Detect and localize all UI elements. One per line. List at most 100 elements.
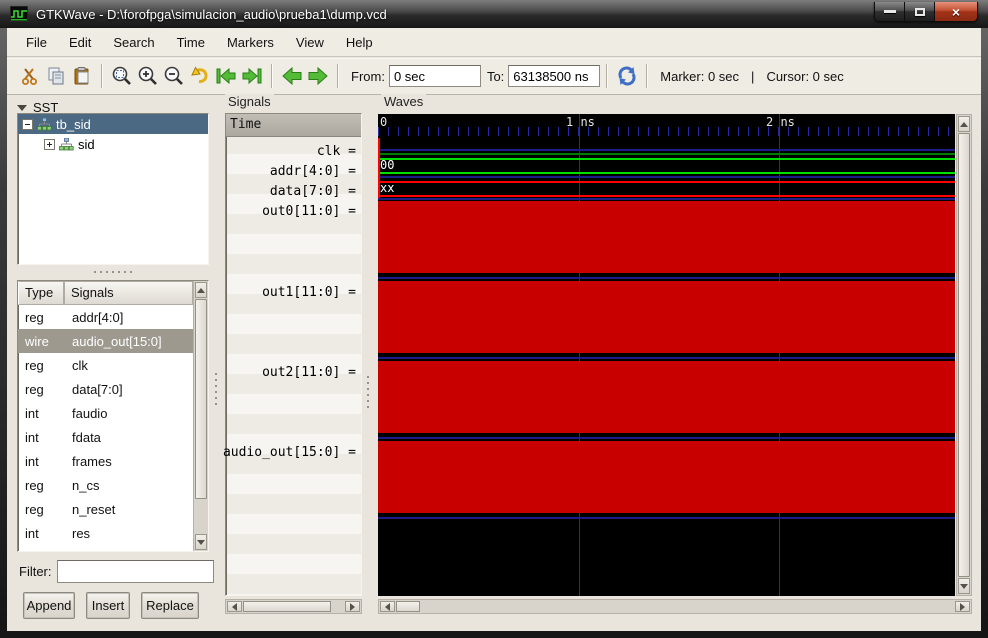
gridline-2ns <box>779 114 780 596</box>
scroll-right-button[interactable] <box>345 601 360 612</box>
back-button[interactable] <box>279 63 305 89</box>
arrow-right-icon <box>350 602 355 611</box>
gridline-1ns <box>579 114 580 596</box>
scrollbar-thumb[interactable] <box>396 601 420 612</box>
menu-file[interactable]: File <box>15 28 58 57</box>
zoom-in-button[interactable] <box>135 63 161 89</box>
minimize-icon <box>883 10 896 13</box>
cursor-status: Cursor: 0 sec <box>766 68 844 84</box>
zoom-out-button[interactable] <box>161 63 187 89</box>
data-bus-value: xx <box>380 181 395 195</box>
table-row[interactable]: reg data[7:0] <box>18 377 193 401</box>
column-header-type[interactable]: Type <box>18 281 64 305</box>
signal-label-out1[interactable]: out1[11:0] = <box>262 283 356 303</box>
minimize-button[interactable] <box>875 2 905 21</box>
menu-search[interactable]: Search <box>102 28 165 57</box>
table-row[interactable]: int fdata <box>18 425 193 449</box>
paste-button[interactable] <box>69 63 95 89</box>
cut-button[interactable] <box>17 63 43 89</box>
cut-icon <box>22 68 37 85</box>
window-frame: GTKWave - D:\forofpga\simulacion_audio\p… <box>0 0 988 638</box>
menu-view[interactable]: View <box>285 28 335 57</box>
scroll-down-button[interactable] <box>195 534 207 550</box>
expand-icon[interactable] <box>44 138 55 150</box>
jump-to-start-button[interactable] <box>213 63 239 89</box>
tree-item-sid[interactable]: sid <box>18 134 208 154</box>
jump-to-end-icon <box>242 67 262 85</box>
table-row[interactable]: reg n_reset <box>18 497 193 521</box>
time-column-header[interactable]: Time <box>226 114 361 137</box>
marker-status: Marker: 0 sec <box>660 68 740 84</box>
scroll-left-button[interactable] <box>380 601 395 612</box>
close-button[interactable]: × <box>935 2 977 21</box>
pane-resize-handle[interactable] <box>212 353 220 425</box>
forward-button[interactable] <box>305 63 331 89</box>
menu-markers[interactable]: Markers <box>216 28 285 57</box>
signals-name-list: Time clk = addr[4:0] = data[7:0] = out0[… <box>223 113 362 596</box>
table-row[interactable]: reg n_cs <box>18 473 193 497</box>
window-title: GTKWave - D:\forofpga\simulacion_audio\p… <box>36 6 387 22</box>
scroll-up-button[interactable] <box>195 282 207 298</box>
table-row[interactable]: reg addr[4:0] <box>18 305 193 329</box>
row-baseline <box>378 357 955 359</box>
table-row[interactable]: int frames <box>18 449 193 473</box>
scroll-left-button[interactable] <box>227 601 242 612</box>
signal-label-clk[interactable]: clk = <box>317 142 356 162</box>
append-button[interactable]: Append <box>23 592 75 619</box>
table-row[interactable]: int res <box>18 521 193 545</box>
waves-horizontal-scrollbar[interactable] <box>378 599 972 614</box>
tree-item-tb-sid[interactable]: tb_sid <box>18 114 208 134</box>
table-row[interactable]: int faudio <box>18 401 193 425</box>
collapse-icon[interactable] <box>22 118 33 130</box>
signal-label-data[interactable]: data[7:0] = <box>270 182 356 202</box>
toolbar-separator <box>271 64 273 88</box>
signal-label-addr[interactable]: addr[4:0] = <box>270 162 356 182</box>
gtkwave-app-icon <box>10 6 28 22</box>
filter-input[interactable] <box>56 560 214 583</box>
zoom-fit-button[interactable] <box>109 63 135 89</box>
pane-resize-handle[interactable] <box>17 267 209 277</box>
arrow-left-icon <box>385 602 390 611</box>
wave-canvas[interactable]: 0 1 ns 2 ns 00 xx <box>378 114 955 596</box>
table-row[interactable]: reg clk <box>18 353 193 377</box>
restore-icon <box>914 7 925 16</box>
menu-help[interactable]: Help <box>335 28 384 57</box>
zoom-fit-icon <box>112 66 131 85</box>
signal-label-audio-out[interactable]: audio_out[15:0] = <box>223 443 356 463</box>
titlebar[interactable]: GTKWave - D:\forofpga\simulacion_audio\p… <box>0 0 988 28</box>
scrollbar-thumb[interactable] <box>243 601 331 612</box>
tree-item-label: tb_sid <box>56 116 91 132</box>
scrollbar-thumb[interactable] <box>195 299 207 499</box>
scrollbar-thumb[interactable] <box>958 133 970 577</box>
copy-icon <box>48 67 64 85</box>
client-area: File Edit Search Time Markers View Help <box>7 28 981 631</box>
scroll-up-button[interactable] <box>958 116 970 132</box>
signals-horizontal-scrollbar[interactable] <box>225 599 362 614</box>
waves-vertical-scrollbar[interactable] <box>956 114 972 596</box>
scroll-down-button[interactable] <box>958 578 970 594</box>
restore-button[interactable] <box>905 2 935 21</box>
waves-frame-label: Waves <box>381 94 427 109</box>
to-input[interactable] <box>508 65 601 87</box>
signal-label-out2[interactable]: out2[11:0] = <box>262 363 356 383</box>
from-input[interactable] <box>388 65 481 87</box>
signal-type-table: Type Signals reg addr[4:0] wire audio_out[… <box>17 280 209 552</box>
out1-undefined-waveform <box>378 281 955 353</box>
pane-resize-handle[interactable] <box>364 356 372 428</box>
replace-button[interactable]: Replace <box>141 592 199 619</box>
menu-time[interactable]: Time <box>166 28 216 57</box>
scroll-right-button[interactable] <box>955 601 970 612</box>
jump-to-end-button[interactable] <box>239 63 265 89</box>
column-header-signals[interactable]: Signals <box>64 281 193 305</box>
copy-button[interactable] <box>43 63 69 89</box>
table-row-selected[interactable]: wire audio_out[15:0] <box>18 329 193 353</box>
table-vertical-scrollbar[interactable] <box>193 281 208 551</box>
signal-label-out0[interactable]: out0[11:0] = <box>262 202 356 222</box>
arrow-up-icon <box>197 287 205 293</box>
menu-edit[interactable]: Edit <box>58 28 102 57</box>
tree-item-label: sid <box>78 136 95 152</box>
reload-button[interactable] <box>614 63 640 89</box>
zoom-undo-button[interactable] <box>187 63 213 89</box>
paste-icon <box>74 67 89 85</box>
insert-button[interactable]: Insert <box>86 592 130 619</box>
